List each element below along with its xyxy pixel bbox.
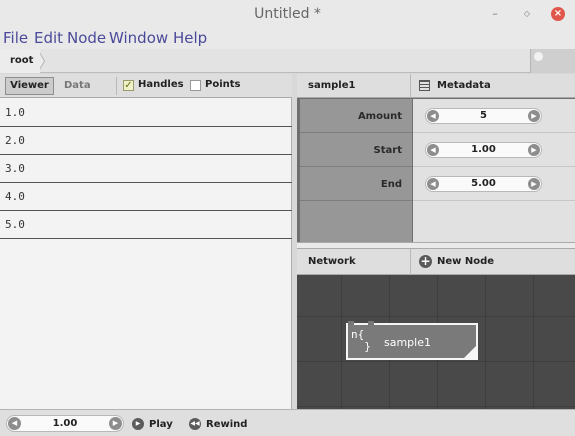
input-port[interactable] (348, 321, 354, 325)
maximize-icon[interactable]: ◇ (520, 7, 534, 21)
title-bar: Untitled * – ◇ × (0, 0, 575, 28)
list-item: 3.0 (0, 155, 292, 183)
network-canvas[interactable]: n{ } sample1 (297, 275, 575, 409)
status-dot-icon (534, 52, 543, 61)
play-button[interactable]: Play (149, 419, 173, 430)
handles-label: Handles (138, 79, 184, 90)
parameter-names: Amount Start End (300, 99, 412, 242)
network-header: Network + New Node (297, 249, 575, 275)
amount-stepper[interactable]: ◀ 5 ▶ (425, 108, 542, 124)
decrement-icon[interactable]: ◀ (427, 144, 439, 156)
node-label: sample1 (384, 336, 431, 349)
end-stepper[interactable]: ◀ 5.00 ▶ (425, 176, 542, 192)
new-node-button[interactable]: New Node (437, 256, 494, 267)
amount-value[interactable]: 5 (440, 110, 527, 121)
points-checkbox[interactable] (190, 80, 201, 91)
param-row-start: ◀ 1.00 ▶ (413, 133, 575, 167)
increment-icon[interactable]: ▶ (109, 417, 122, 430)
toolbar-divider (116, 77, 117, 95)
decrement-icon[interactable]: ◀ (8, 417, 21, 430)
pane-splitter[interactable] (297, 242, 575, 249)
viewer-pane: Viewer Data ✓ Handles Points 1.0 2.0 3.0… (0, 74, 292, 409)
node-corner-icon (463, 345, 477, 359)
metadata-icon[interactable] (419, 80, 430, 91)
handles-checkbox[interactable]: ✓ (123, 80, 134, 91)
menu-edit[interactable]: Edit (34, 29, 63, 47)
list-item-value: 4.0 (5, 190, 25, 203)
input-port[interactable] (368, 321, 374, 325)
right-pane: sample1 Metadata Amount Start End ◀ 5 ▶ … (297, 74, 575, 409)
metadata-button[interactable]: Metadata (437, 80, 491, 91)
list-item: 5.0 (0, 211, 292, 239)
list-item: 4.0 (0, 183, 292, 211)
decrement-icon[interactable]: ◀ (427, 110, 439, 122)
param-name-start: Start (300, 133, 412, 167)
frame-value[interactable]: 1.00 (21, 418, 109, 429)
points-label: Points (205, 79, 241, 90)
start-value[interactable]: 1.00 (440, 144, 527, 155)
tab-viewer[interactable]: Viewer (5, 77, 54, 95)
playback-bar: ◀ 1.00 ▶ ▶ Play ◀◀ Rewind (0, 409, 575, 436)
frame-stepper[interactable]: ◀ 1.00 ▶ (6, 415, 124, 432)
start-stepper[interactable]: ◀ 1.00 ▶ (425, 142, 542, 158)
breadcrumb: root (0, 49, 575, 73)
decrement-icon[interactable]: ◀ (427, 178, 439, 190)
param-name-end: End (300, 167, 412, 201)
tab-data[interactable]: Data (64, 77, 91, 95)
breadcrumb-arrow-icon (37, 49, 44, 73)
header-divider (410, 249, 411, 275)
list-item-value: 3.0 (5, 162, 25, 175)
increment-icon[interactable]: ▶ (528, 178, 540, 190)
list-item-value: 2.0 (5, 134, 25, 147)
parameter-values: ◀ 5 ▶ ◀ 1.00 ▶ ◀ 5.00 ▶ (413, 99, 575, 242)
param-row-amount: ◀ 5 ▶ (413, 99, 575, 133)
menu-window[interactable]: Window (109, 29, 168, 47)
plus-icon[interactable]: + (419, 255, 432, 268)
menu-bar: File Edit Node Window Help (0, 28, 575, 49)
close-icon[interactable]: × (551, 7, 565, 21)
play-icon[interactable]: ▶ (132, 418, 144, 430)
list-item-value: 5.0 (5, 218, 25, 231)
parameters-header: sample1 Metadata (297, 74, 575, 98)
header-divider (410, 74, 411, 98)
param-name-amount: Amount (300, 99, 412, 133)
param-label: Amount (357, 111, 402, 122)
minimize-icon[interactable]: – (488, 7, 502, 21)
viewer-toolbar: Viewer Data ✓ Handles Points (0, 74, 292, 98)
breadcrumb-root[interactable]: root (0, 49, 40, 73)
breadcrumb-corner (530, 49, 575, 73)
parameters-node-name: sample1 (308, 80, 356, 91)
rewind-button[interactable]: Rewind (206, 419, 247, 430)
menu-help[interactable]: Help (173, 29, 207, 47)
increment-icon[interactable]: ▶ (528, 144, 540, 156)
increment-icon[interactable]: ▶ (528, 110, 540, 122)
menu-node[interactable]: Node (67, 29, 106, 47)
menu-file[interactable]: File (3, 29, 28, 47)
node-type-icon: n{ } (351, 328, 371, 353)
list-item: 1.0 (0, 99, 292, 127)
rewind-icon[interactable]: ◀◀ (189, 418, 201, 430)
network-node[interactable]: n{ } sample1 (346, 321, 478, 360)
param-label: Start (373, 145, 402, 156)
list-item-value: 1.0 (5, 106, 25, 119)
param-row-end: ◀ 5.00 ▶ (413, 167, 575, 201)
param-label: End (380, 179, 402, 190)
network-title: Network (308, 256, 356, 267)
end-value[interactable]: 5.00 (440, 178, 527, 189)
list-item: 2.0 (0, 127, 292, 155)
